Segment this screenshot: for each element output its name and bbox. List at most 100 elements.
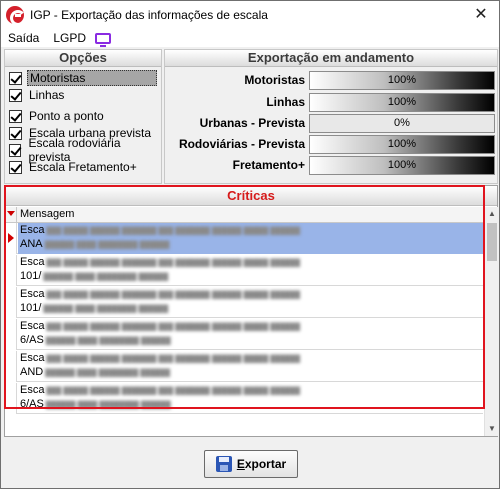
- redacted-text: ██████ ████ ████████ ██████: [41, 306, 169, 313]
- option-label: Motoristas: [27, 70, 157, 86]
- scroll-down-icon[interactable]: ▼: [485, 422, 499, 436]
- criticas-rows: Esca ███ █████ ██████ ███████ ███ ██████…: [5, 223, 483, 433]
- column-header-mensagem[interactable]: Mensagem: [20, 208, 74, 220]
- main-window: IGP - Exportação das informações de esca…: [0, 0, 500, 489]
- save-disk-icon: [215, 456, 232, 472]
- options-panel-title: Opções: [5, 50, 161, 67]
- message-text: 101/: [20, 270, 42, 282]
- redacted-text: ███ █████ ██████ ███████ ███ ███████ ███…: [44, 228, 301, 235]
- progress-row: Linhas 100%: [165, 93, 499, 113]
- message-cell[interactable]: Esca ███ █████ ██████ ███████ ███ ██████…: [18, 319, 483, 350]
- export-button-label: Exportar: [237, 457, 286, 471]
- progress-label: Fretamento+: [232, 158, 305, 172]
- option-motoristas[interactable]: Motoristas: [9, 70, 157, 86]
- title-bar: IGP - Exportação das informações de esca…: [1, 1, 499, 29]
- export-progress-panel: Exportação em andamento Motoristas 100% Li…: [164, 49, 498, 184]
- redacted-text: ██████ ████ ████████ ██████: [42, 242, 170, 249]
- checkbox-escala-rodoviaria[interactable]: [9, 143, 22, 157]
- checkbox-escala-fretamento[interactable]: [9, 160, 22, 174]
- message-line-2: 101/ ██████ ████ ████████ ██████: [20, 269, 483, 283]
- message-line-1: Esca ███ █████ ██████ ███████ ███ ██████…: [20, 351, 483, 365]
- table-row[interactable]: Esca ███ █████ ██████ ███████ ███ ██████…: [5, 223, 483, 254]
- checkbox-escala-urbana[interactable]: [9, 126, 22, 140]
- menu-saida[interactable]: Saída: [1, 31, 46, 45]
- redacted-text: ███ █████ ██████ ███████ ███ ███████ ███…: [44, 292, 301, 299]
- progress-text: 100%: [387, 96, 417, 108]
- message-line-2: ANA ██████ ████ ████████ ██████: [20, 237, 483, 251]
- scroll-thumb[interactable]: [487, 223, 497, 261]
- progress-row: Urbanas - Prevista 0%: [165, 114, 499, 134]
- message-cell[interactable]: Esca ███ █████ ██████ ███████ ███ ██████…: [18, 383, 483, 414]
- export-panel-title: Exportação em andamento: [165, 50, 497, 67]
- checkbox-motoristas[interactable]: [9, 71, 22, 85]
- table-row[interactable]: Esca ███ █████ ██████ ███████ ███ ██████…: [5, 287, 483, 318]
- option-linhas[interactable]: Linhas: [9, 87, 66, 103]
- redacted-text: ██████ ████ ████████ ██████: [43, 402, 171, 409]
- options-panel: Opções Motoristas Linhas Ponto a ponto E…: [4, 49, 162, 184]
- message-text: ANA: [20, 238, 43, 250]
- option-label: Ponto a ponto: [29, 109, 104, 123]
- menu-lgpd[interactable]: LGPD: [46, 31, 93, 45]
- row-indicator: [5, 287, 17, 318]
- message-cell[interactable]: Esca ███ █████ ██████ ███████ ███ ██████…: [18, 223, 483, 254]
- message-line-2: 6/AS ██████ ████ ████████ ██████: [20, 397, 483, 411]
- table-row[interactable]: Esca ███ █████ ██████ ███████ ███ ██████…: [5, 319, 483, 350]
- progress-row: Motoristas 100%: [165, 71, 499, 91]
- message-cell[interactable]: Esca ███ █████ ██████ ███████ ███ ██████…: [18, 287, 483, 318]
- message-text: Esca: [20, 384, 45, 396]
- message-cell[interactable]: Esca ███ █████ ██████ ███████ ███ ██████…: [18, 351, 483, 382]
- row-indicator: [5, 383, 17, 414]
- option-ponto-a-ponto[interactable]: Ponto a ponto: [9, 108, 106, 124]
- sort-down-icon[interactable]: [5, 207, 17, 222]
- message-line-1: Esca ███ █████ ██████ ███████ ███ ██████…: [20, 319, 483, 333]
- progress-label: Motoristas: [244, 73, 305, 87]
- progress-text: 100%: [387, 159, 417, 171]
- export-button-accel: E: [236, 457, 245, 471]
- row-indicator: [5, 255, 17, 286]
- progress-bar: 0%: [309, 114, 495, 133]
- redacted-text: ███ █████ ██████ ███████ ███ ███████ ███…: [44, 324, 301, 331]
- progress-label: Linhas: [266, 95, 305, 109]
- progress-row: Rodoviárias - Prevista 100%: [165, 135, 499, 155]
- redacted-text: ███ █████ ██████ ███████ ███ ███████ ███…: [44, 388, 301, 395]
- redacted-text: ███ █████ ██████ ███████ ███ ███████ ███…: [44, 260, 301, 267]
- progress-bar: 100%: [309, 71, 495, 90]
- message-line-2: AND ██████ ████ ████████ ██████: [20, 365, 483, 379]
- monitor-icon[interactable]: [95, 32, 112, 47]
- message-text: Esca: [20, 224, 45, 236]
- table-row[interactable]: Esca ███ █████ ██████ ███████ ███ ██████…: [5, 351, 483, 382]
- progress-bar: 100%: [309, 135, 495, 154]
- option-label: Linhas: [29, 88, 65, 102]
- message-cell[interactable]: Esca ███ █████ ██████ ███████ ███ ██████…: [18, 255, 483, 286]
- message-line-2: 101/ ██████ ████ ████████ ██████: [20, 301, 483, 315]
- igp-logo-icon: [6, 6, 26, 26]
- message-text: Esca: [20, 320, 45, 332]
- checkbox-linhas[interactable]: [9, 88, 22, 102]
- current-row-arrow-icon: [5, 223, 17, 254]
- checkbox-ponto-a-ponto[interactable]: [9, 109, 22, 123]
- message-line-1: Esca ███ █████ ██████ ███████ ███ ██████…: [20, 287, 483, 301]
- export-button-label-rest: xportar: [244, 457, 287, 471]
- table-row[interactable]: Esca ███ █████ ██████ ███████ ███ ██████…: [5, 255, 483, 286]
- progress-bar: 100%: [309, 156, 495, 175]
- option-escala-rodoviaria[interactable]: Escala rodoviária prevista: [9, 136, 161, 164]
- redacted-text: ██████ ████ ████████ ██████: [43, 370, 171, 377]
- column-header: Mensagem: [5, 207, 483, 223]
- scroll-up-icon[interactable]: ▲: [485, 207, 499, 221]
- criticas-grid: Críticas Mensagem Esca ███ █████ ██████ …: [4, 185, 498, 437]
- export-button[interactable]: Exportar: [204, 450, 298, 478]
- progress-text: 100%: [387, 74, 417, 86]
- progress-label: Urbanas - Prevista: [199, 116, 305, 130]
- message-line-1: Esca ███ █████ ██████ ███████ ███ ██████…: [20, 223, 483, 237]
- progress-label: Rodoviárias - Prevista: [178, 137, 305, 151]
- close-button[interactable]: ✕: [473, 7, 489, 23]
- message-text: Esca: [20, 256, 45, 268]
- message-text: AND: [20, 366, 44, 378]
- option-escala-fretamento[interactable]: Escala Fretamento+: [9, 159, 139, 175]
- progress-text: 0%: [394, 117, 410, 129]
- message-text: 6/AS: [20, 398, 44, 410]
- table-row[interactable]: Esca ███ █████ ██████ ███████ ███ ██████…: [5, 383, 483, 414]
- vertical-scrollbar[interactable]: ▲ ▼: [484, 207, 498, 436]
- row-indicator: [5, 319, 17, 350]
- message-text: 101/: [20, 302, 42, 314]
